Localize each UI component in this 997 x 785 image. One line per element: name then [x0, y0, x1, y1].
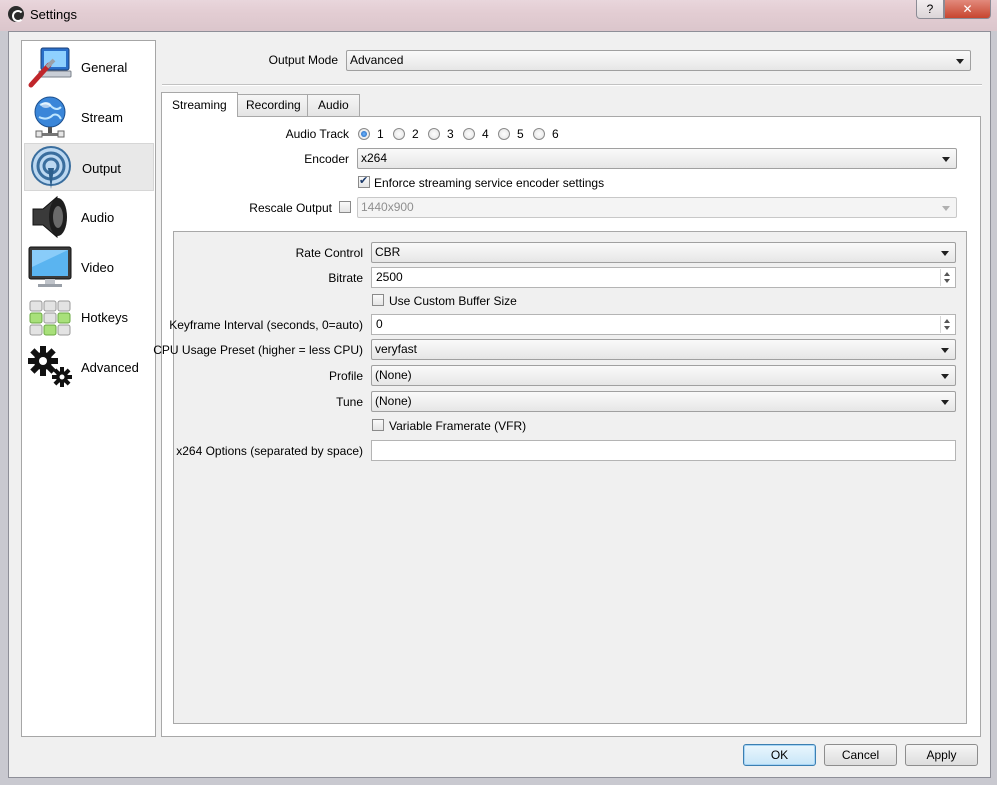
- chevron-down-icon: [942, 206, 950, 211]
- enforce-encoder-label: Enforce streaming service encoder settin…: [374, 176, 605, 190]
- rescale-output-checkbox[interactable]: [339, 201, 351, 213]
- sidebar-item-hotkeys[interactable]: Hotkeys: [24, 293, 154, 341]
- output-icon: [31, 146, 71, 189]
- tab-label: Recording: [246, 98, 301, 112]
- sidebar-item-label: Audio: [81, 210, 115, 225]
- tune-select[interactable]: (None): [371, 391, 956, 412]
- rescale-resolution-value: 1440x900: [361, 200, 414, 214]
- audio-track-option-label: 3: [447, 127, 454, 141]
- x264-options-label: x264 Options (separated by space): [176, 444, 363, 458]
- enforce-encoder-checkbox[interactable]: [358, 174, 370, 188]
- general-icon: [28, 47, 72, 88]
- help-button[interactable]: ?: [916, 0, 944, 19]
- rate-control-label: Rate Control: [295, 246, 363, 260]
- cancel-button[interactable]: Cancel: [824, 744, 897, 766]
- bitrate-value: 2500: [376, 270, 403, 284]
- stream-icon: [34, 96, 66, 138]
- sidebar-item-stream[interactable]: Stream: [24, 93, 154, 141]
- sidebar-item-label: General: [81, 60, 128, 75]
- audio-track-option-label: 5: [517, 127, 524, 141]
- keyframe-interval-label: Keyframe Interval (seconds, 0=auto): [169, 318, 363, 332]
- output-mode-label: Output Mode: [268, 53, 338, 67]
- encoder-label: Encoder: [304, 152, 349, 166]
- bitrate-spinbox[interactable]: 2500: [371, 267, 956, 288]
- chevron-down-icon: [956, 59, 964, 64]
- audio-track-option-label: 6: [552, 127, 559, 141]
- settings-sidebar: General Stream Output Audio Video Hotkey…: [21, 40, 156, 737]
- title-bar: Settings ? ✕: [0, 0, 997, 31]
- close-button[interactable]: ✕: [944, 0, 991, 19]
- hotkeys-icon: [29, 300, 71, 336]
- audio-track-radio-4[interactable]: [463, 128, 475, 140]
- audio-track-option-label: 1: [377, 127, 384, 141]
- tab-streaming[interactable]: Streaming: [161, 92, 238, 117]
- settings-dialog: General Stream Output Audio Video Hotkey…: [8, 31, 991, 778]
- chevron-down-icon: [941, 400, 949, 405]
- sidebar-item-label: Stream: [81, 110, 123, 125]
- sidebar-item-advanced[interactable]: Advanced: [24, 343, 154, 391]
- custom-buffer-checkbox[interactable]: [372, 294, 384, 306]
- encoder-settings-group: [173, 231, 967, 724]
- cpu-preset-value: veryfast: [375, 342, 418, 356]
- audio-track-label: Audio Track: [285, 127, 349, 141]
- audio-track-option-label: 2: [412, 127, 419, 141]
- audio-track-option-label: 4: [482, 127, 489, 141]
- audio-track-radio-2[interactable]: [393, 128, 405, 140]
- spin-arrows-icon[interactable]: [940, 269, 954, 286]
- output-mode-value: Advanced: [350, 53, 404, 67]
- sidebar-item-label: Video: [81, 260, 115, 275]
- audio-track-radio-1[interactable]: [358, 128, 370, 140]
- chevron-down-icon: [941, 348, 949, 353]
- rate-control-value: CBR: [375, 245, 401, 259]
- sidebar-item-video[interactable]: Video: [24, 243, 154, 291]
- cpu-preset-label: CPU Usage Preset (higher = less CPU): [153, 343, 363, 357]
- keyframe-interval-spinbox[interactable]: 0: [371, 314, 956, 335]
- audio-track-radio-3[interactable]: [428, 128, 440, 140]
- encoder-value: x264: [361, 151, 388, 165]
- divider: [162, 84, 982, 86]
- sidebar-item-general[interactable]: General: [24, 43, 154, 91]
- sidebar-item-label: Hotkeys: [81, 310, 128, 325]
- sidebar-item-output[interactable]: Output: [24, 143, 154, 191]
- sidebar-item-label: Advanced: [81, 360, 139, 375]
- bitrate-label: Bitrate: [328, 271, 363, 285]
- tune-value: (None): [375, 394, 412, 408]
- audio-track-radio-5[interactable]: [498, 128, 510, 140]
- tab-label: Audio: [318, 98, 349, 112]
- advanced-icon: [28, 346, 72, 387]
- vfr-label: Variable Framerate (VFR): [389, 419, 527, 433]
- chevron-down-icon: [941, 251, 949, 256]
- output-mode-select[interactable]: Advanced: [346, 50, 971, 71]
- profile-label: Profile: [328, 369, 363, 383]
- chevron-down-icon: [941, 374, 949, 379]
- sidebar-item-audio[interactable]: Audio: [24, 193, 154, 241]
- audio-icon: [32, 195, 67, 239]
- vfr-checkbox[interactable]: [372, 419, 384, 431]
- rescale-resolution-select[interactable]: 1440x900: [357, 197, 957, 218]
- sidebar-item-label: Output: [82, 161, 122, 176]
- encoder-select[interactable]: x264: [357, 148, 957, 169]
- window-title: Settings: [30, 7, 77, 22]
- keyframe-interval-value: 0: [376, 317, 383, 331]
- cpu-preset-select[interactable]: veryfast: [371, 339, 956, 360]
- rate-control-select[interactable]: CBR: [371, 242, 956, 263]
- profile-value: (None): [375, 368, 412, 382]
- ok-button[interactable]: OK: [743, 744, 816, 766]
- custom-buffer-label: Use Custom Buffer Size: [389, 294, 517, 308]
- profile-select[interactable]: (None): [371, 365, 956, 386]
- tab-recording[interactable]: Recording: [235, 94, 312, 116]
- spin-arrows-icon[interactable]: [940, 316, 954, 333]
- tab-label: Streaming: [172, 98, 227, 112]
- chevron-down-icon: [942, 157, 950, 162]
- rescale-output-label: Rescale Output: [249, 201, 332, 215]
- obs-logo-icon: [8, 6, 24, 22]
- audio-track-radio-6[interactable]: [533, 128, 545, 140]
- apply-button[interactable]: Apply: [905, 744, 978, 766]
- x264-options-input[interactable]: [371, 440, 956, 461]
- video-icon: [28, 246, 72, 287]
- tune-label: Tune: [336, 395, 363, 409]
- tab-audio[interactable]: Audio: [307, 94, 360, 116]
